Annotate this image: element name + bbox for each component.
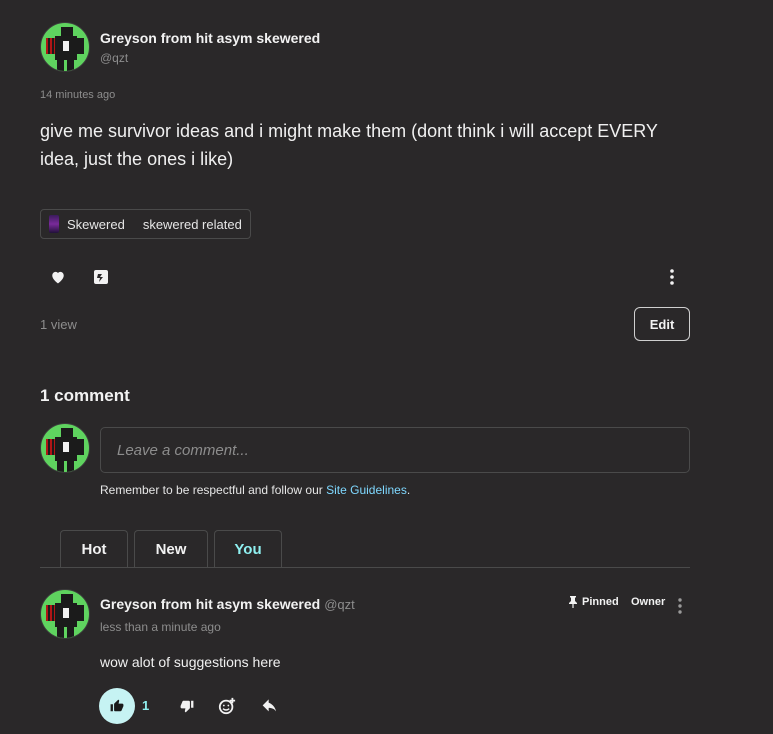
post-more-button[interactable] (664, 267, 680, 287)
edit-button[interactable]: Edit (634, 307, 690, 341)
tab-you[interactable]: You (214, 530, 282, 568)
comment-reply-button[interactable] (261, 697, 279, 715)
comment-like-count: 1 (142, 698, 150, 713)
comment-like-button[interactable] (99, 688, 135, 724)
owner-badge: Owner (631, 596, 666, 608)
like-button[interactable] (48, 268, 68, 286)
tabs-divider (40, 567, 690, 568)
pinned-label: Pinned (582, 596, 619, 608)
guidelines-notice: Remember to be respectful and follow our… (100, 483, 410, 497)
guidelines-prefix: Remember to be respectful and follow our (100, 483, 327, 497)
tab-hot[interactable]: Hot (60, 530, 128, 568)
add-emoji-icon (218, 697, 236, 715)
guidelines-suffix: . (406, 483, 411, 497)
comments-count-heading: 1 comment (40, 386, 130, 405)
post-body: give me survivor ideas and i might make … (40, 121, 658, 169)
heart-icon (52, 271, 64, 284)
comment-input[interactable] (100, 427, 690, 473)
thumbs-up-icon (110, 699, 124, 712)
post-author-avatar[interactable] (40, 22, 90, 72)
post-tag-chip[interactable]: Skewered skewered related (40, 209, 251, 239)
post-timestamp: 14 minutes ago (40, 89, 116, 101)
post-author-handle[interactable]: @qzt (100, 51, 128, 65)
tag-description: skewered related (142, 216, 242, 232)
gift-button[interactable] (92, 267, 110, 287)
pin-icon (569, 596, 577, 608)
comment-author-avatar[interactable] (40, 589, 90, 639)
comment-author-name[interactable]: Greyson from hit asym skewered (100, 596, 320, 612)
comment-dislike-button[interactable] (178, 697, 196, 715)
comment-author-line: Greyson from hit asym skewered @qzt (100, 596, 355, 612)
thumbs-down-icon (180, 700, 194, 713)
post-author-name[interactable]: Greyson from hit asym skewered (100, 30, 320, 46)
comment-more-button[interactable] (674, 597, 686, 615)
comment-author-handle[interactable]: @qzt (324, 597, 355, 612)
current-user-avatar (40, 423, 90, 473)
reply-icon (262, 699, 276, 712)
pinned-badge: Pinned (568, 596, 619, 608)
more-vertical-icon (678, 598, 682, 614)
skewered-tag-icon (49, 215, 59, 233)
comment-body: wow alot of suggestions here (100, 654, 281, 670)
comment-add-reaction-button[interactable] (217, 696, 237, 716)
post-view-count: 1 view (40, 317, 77, 332)
tag-label: Skewered (67, 216, 125, 232)
more-vertical-icon (670, 269, 674, 285)
comment-timestamp: less than a minute ago (100, 620, 221, 634)
gift-icon (94, 270, 108, 284)
tab-new[interactable]: New (134, 530, 208, 568)
site-guidelines-link[interactable]: Site Guidelines (326, 483, 407, 497)
